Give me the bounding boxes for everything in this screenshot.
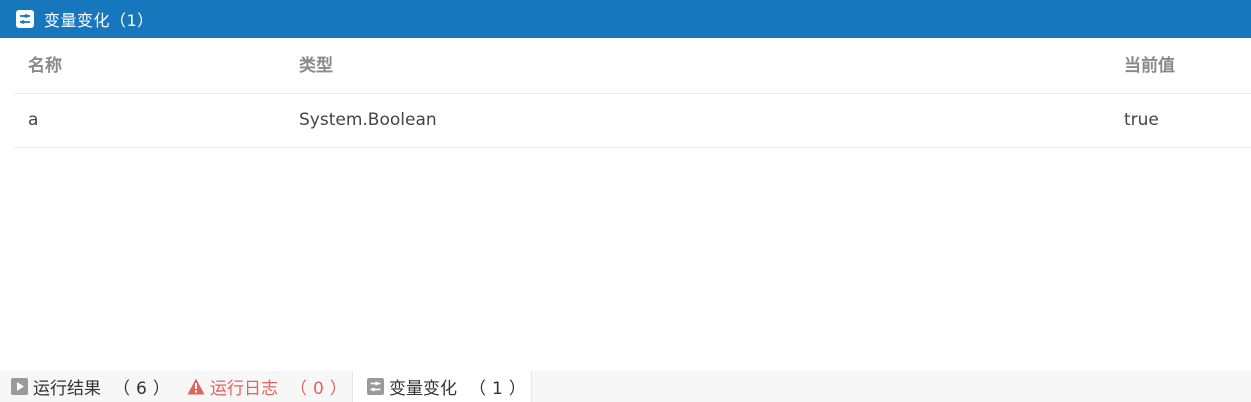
column-header-value[interactable]: 当前值 <box>1124 40 1175 93</box>
tab-variable-changes[interactable]: 变量变化 （1） <box>352 371 532 402</box>
bottom-tab-bar: 运行结果 （6） 运行日志 （0） 变量变化 （1） <box>0 371 1251 402</box>
column-header-name[interactable]: 名称 <box>28 40 62 93</box>
tab-count: （0） <box>290 379 353 399</box>
tab-run-results[interactable]: 运行结果 （6） <box>10 371 176 402</box>
cell-value: true <box>1124 110 1159 130</box>
table-row[interactable]: a System.Boolean true <box>14 94 1251 148</box>
tab-count: （1） <box>469 379 532 399</box>
panel-header: 变量变化（1） <box>0 0 1251 38</box>
cell-name: a <box>28 110 39 130</box>
tab-label: 变量变化 <box>389 379 457 399</box>
column-header-type[interactable]: 类型 <box>299 40 333 93</box>
warning-icon <box>187 378 205 396</box>
play-icon <box>10 378 28 396</box>
variables-icon <box>16 10 34 28</box>
tab-label: 运行日志 <box>210 379 278 399</box>
tab-label: 运行结果 <box>33 379 101 399</box>
variables-icon <box>367 378 384 396</box>
tab-count: （6） <box>113 379 176 399</box>
cell-type: System.Boolean <box>299 110 437 130</box>
table-header-row: 名称 类型 当前值 <box>14 40 1251 94</box>
panel-title: 变量变化（1） <box>44 11 154 30</box>
tab-run-log[interactable]: 运行日志 （0） <box>187 371 353 402</box>
variables-table: 名称 类型 当前值 a System.Boolean true <box>14 40 1251 148</box>
